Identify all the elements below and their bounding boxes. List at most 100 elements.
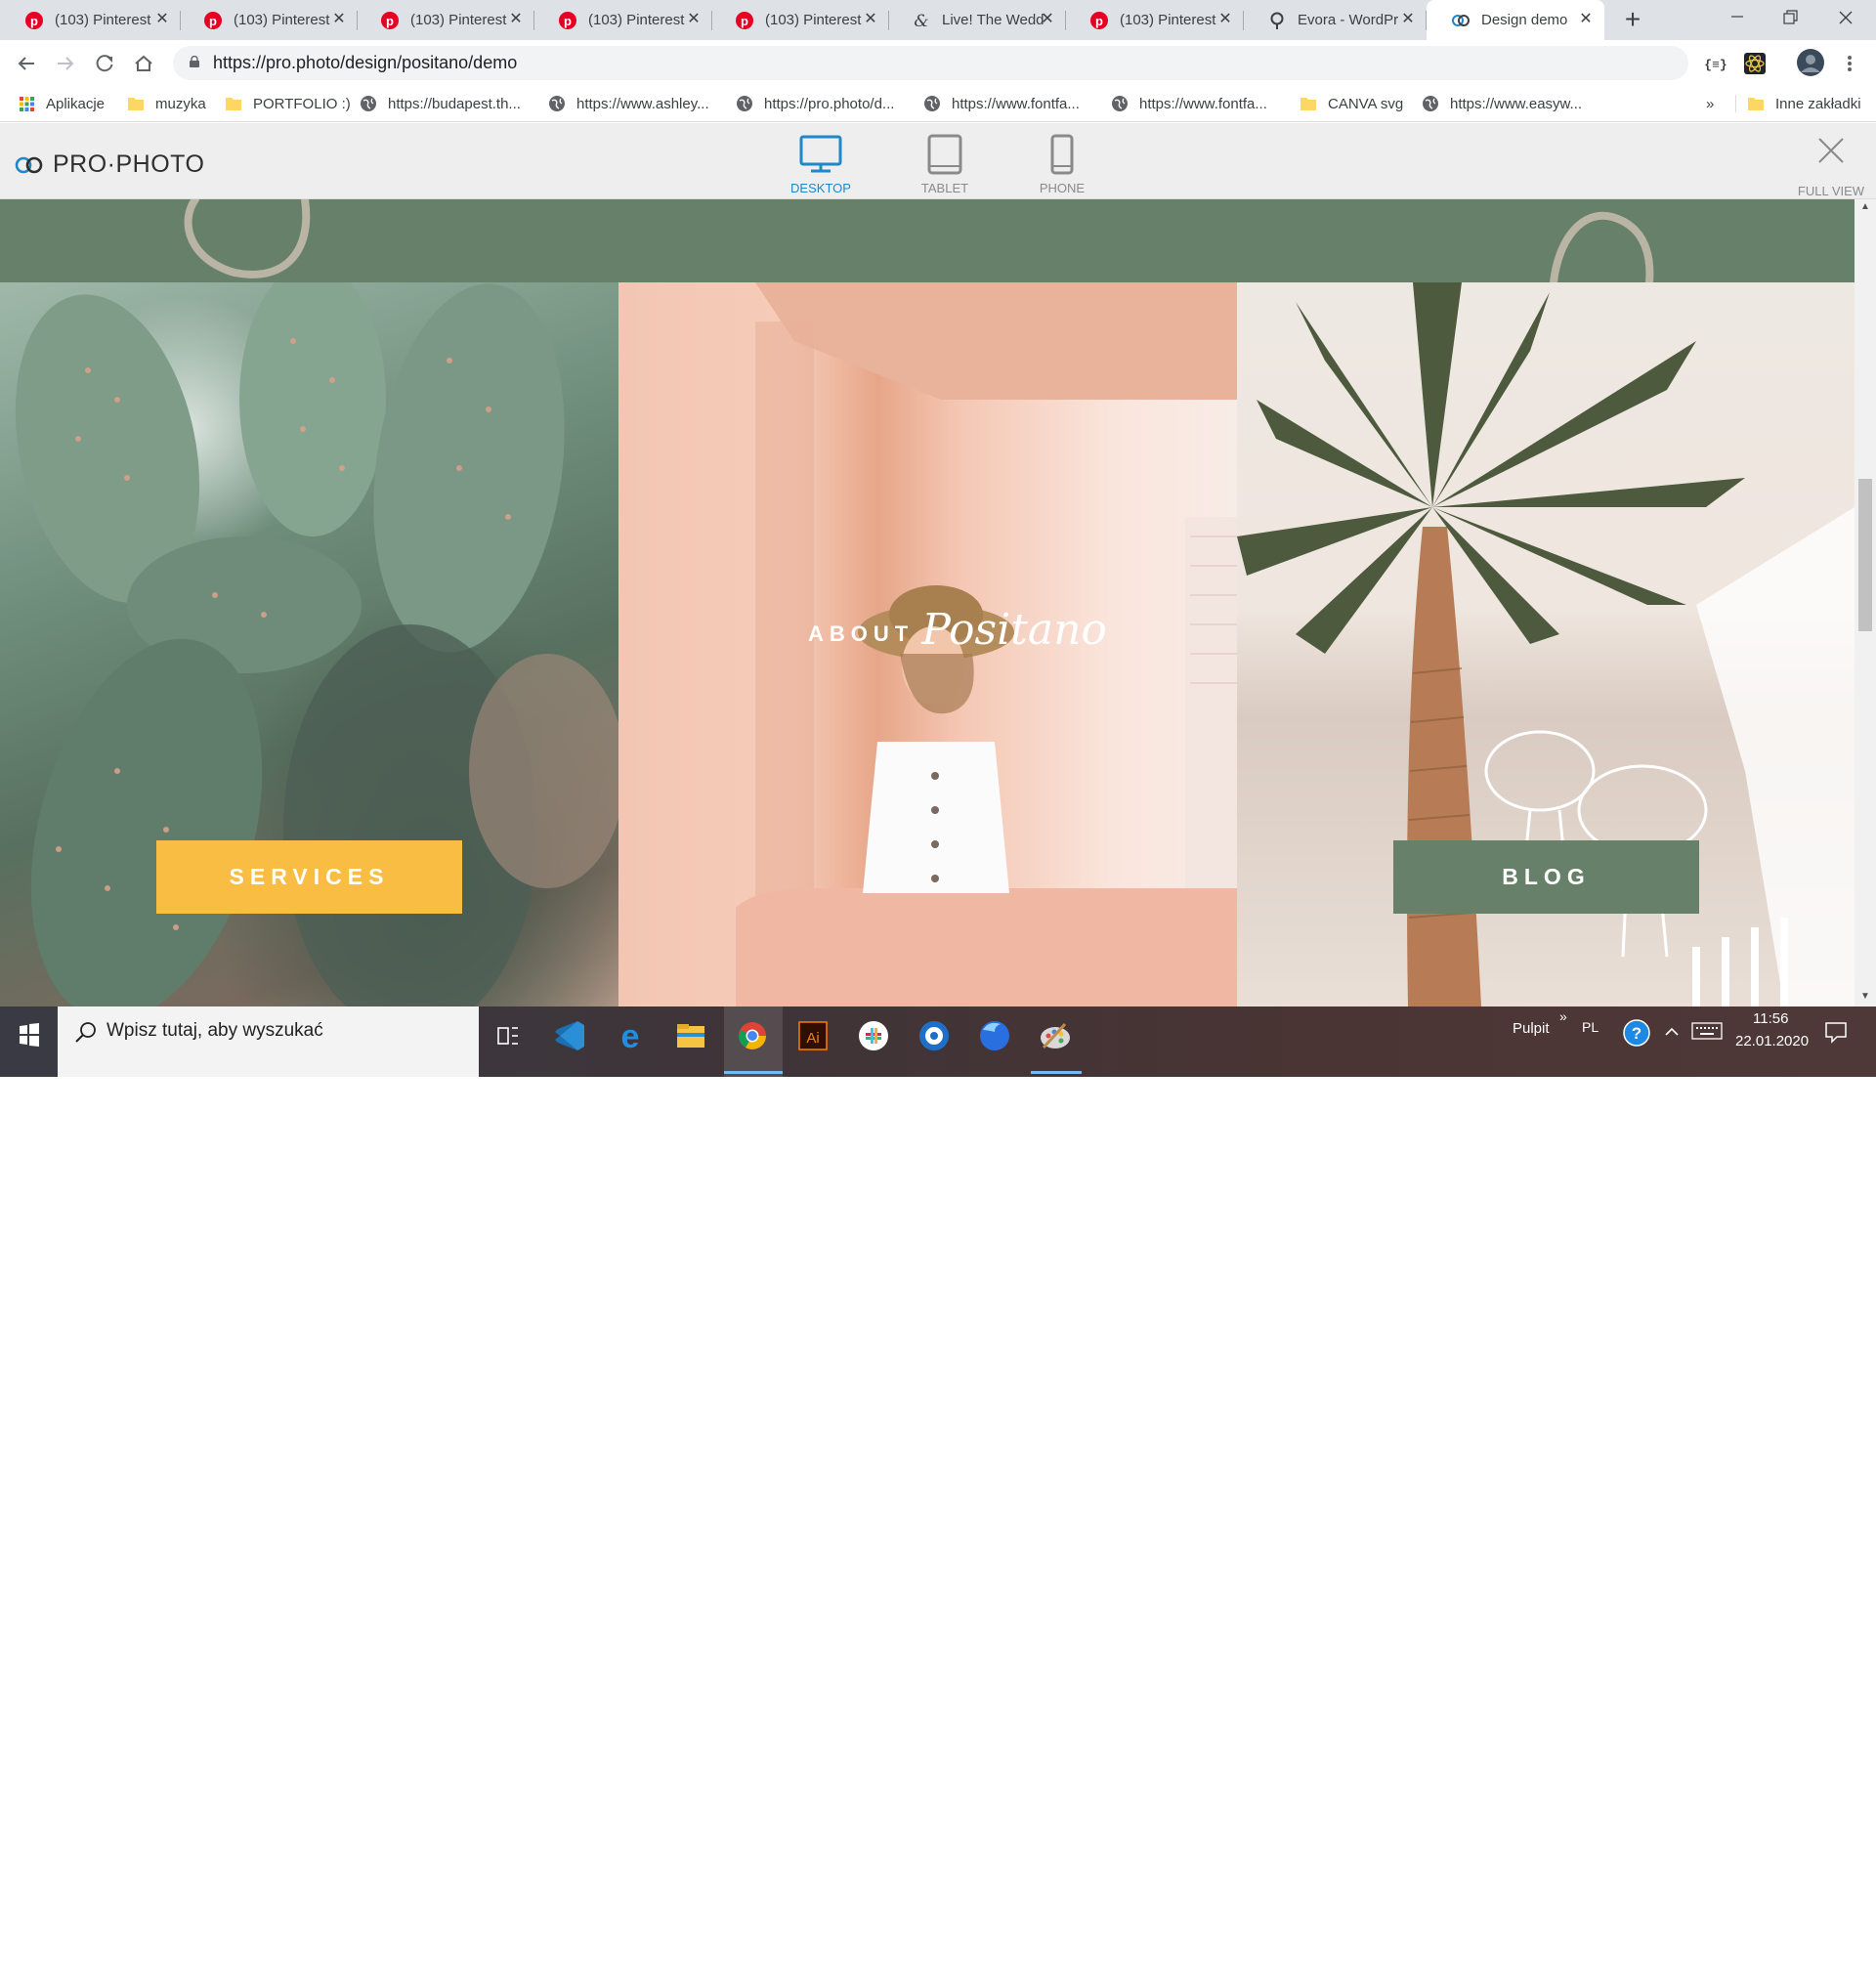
minimize-button[interactable] <box>1707 0 1768 40</box>
menu-button[interactable] <box>1835 49 1864 78</box>
folder-icon <box>226 98 241 110</box>
restore-button[interactable] <box>1761 0 1821 40</box>
close-tab-icon[interactable]: ✕ <box>861 10 880 29</box>
browser-tab[interactable]: Design demo ✕ <box>1427 0 1604 40</box>
bookmark-label: muzyka <box>155 95 206 112</box>
close-tab-icon[interactable]: ✕ <box>1215 10 1235 29</box>
browser-tab[interactable]: p (103) Pinterest ✕ <box>179 0 358 40</box>
bookmark-item[interactable]: muzyka <box>127 86 206 121</box>
pinterest-icon: p <box>381 11 399 29</box>
svg-text:p: p <box>209 14 217 28</box>
close-tab-icon[interactable]: ✕ <box>329 10 349 29</box>
scroll-up-arrow-icon[interactable]: ▲ <box>1855 201 1876 215</box>
paint-running-indicator <box>1031 1071 1082 1074</box>
disk-utility-icon[interactable] <box>915 1016 954 1055</box>
close-tab-icon[interactable]: ✕ <box>684 10 704 29</box>
forward-arrow-icon <box>58 57 74 70</box>
address-bar[interactable]: https://pro.photo/design/positano/demo <box>173 46 1688 80</box>
illustrator-icon[interactable]: Ai <box>793 1016 832 1055</box>
file-explorer-icon[interactable] <box>671 1016 710 1055</box>
scrollbar-thumb[interactable] <box>1858 479 1872 631</box>
close-icon <box>1839 11 1853 24</box>
pinterest-icon: p <box>736 11 753 29</box>
about-positano-link[interactable]: ABOUT Positano <box>808 605 1107 655</box>
keyboard-icon[interactable] <box>1691 1020 1723 1042</box>
bookmark-item[interactable]: https://www.ashley... <box>548 86 709 121</box>
close-icon <box>1818 138 1844 163</box>
tablet-view-button[interactable]: TABLET <box>901 133 989 195</box>
home-button[interactable] <box>129 49 158 78</box>
close-tab-icon[interactable]: ✕ <box>506 10 526 29</box>
full-view-button[interactable]: FULL VIEW <box>1788 135 1874 198</box>
bookmark-item[interactable]: https://pro.photo/d... <box>736 86 894 121</box>
browser-tab[interactable]: p (103) Pinterest ✕ <box>710 0 889 40</box>
profile-avatar[interactable] <box>1796 48 1825 77</box>
bookmark-item[interactable]: https://budapest.th... <box>360 86 521 121</box>
browser-tab[interactable]: Evora - WordPr ✕ <box>1243 0 1427 40</box>
taskbar-search[interactable]: Wpisz tutaj, aby wyszukać <box>58 1006 479 1077</box>
reload-button[interactable] <box>90 49 119 78</box>
svg-text:p: p <box>386 14 394 28</box>
services-button[interactable]: SERVICES <box>156 840 462 914</box>
firefox-icon[interactable] <box>975 1016 1014 1055</box>
edge-browser-icon[interactable]: e <box>611 1016 650 1055</box>
desktop-view-label: DESKTOP <box>790 181 851 195</box>
bookmark-label: PORTFOLIO :) <box>253 95 351 112</box>
bookmark-item[interactable]: Aplikacje <box>18 86 105 121</box>
close-tab-icon[interactable]: ✕ <box>1576 10 1596 29</box>
close-tab-icon[interactable]: ✕ <box>1038 10 1057 29</box>
bookmark-item[interactable]: https://www.fontfa... <box>923 86 1080 121</box>
react-extension-icon[interactable] <box>1742 51 1768 76</box>
desktop-view-button[interactable]: DESKTOP <box>777 133 865 195</box>
folder-icon <box>128 98 144 110</box>
search-icon <box>75 1022 96 1043</box>
page-scrollbar[interactable]: ▲ ▼ <box>1855 199 1876 1006</box>
browser-tab[interactable]: p (103) Pinterest ✕ <box>356 0 534 40</box>
close-window-button[interactable] <box>1815 0 1876 40</box>
close-tab-icon[interactable]: ✕ <box>152 10 172 29</box>
screen: p (103) Pinterest ✕ p (103) Pinterest ✕ p (103)… <box>0 0 1876 1077</box>
scroll-down-arrow-icon[interactable]: ▼ <box>1855 991 1876 1005</box>
chevron-up-icon[interactable] <box>1663 1023 1681 1041</box>
browser-tab[interactable]: p (103) Pinterest ✕ <box>0 0 181 40</box>
more-bookmarks-button[interactable]: » <box>1706 86 1714 121</box>
new-tab-button[interactable]: + <box>1618 5 1647 34</box>
slack-icon[interactable] <box>854 1016 893 1055</box>
task-view-icon[interactable] <box>489 1016 528 1055</box>
globe-icon <box>1423 96 1438 111</box>
bookmark-item[interactable]: https://www.fontfa... <box>1111 86 1267 121</box>
prophoto-logo[interactable]: PRO·PHOTO <box>14 150 204 179</box>
reload-icon <box>96 55 113 72</box>
desktop-toolbar-label[interactable]: Pulpit <box>1513 1020 1550 1037</box>
location-pin-icon <box>1270 12 1284 29</box>
svg-text:p: p <box>741 14 748 28</box>
phone-view-button[interactable]: PHONE <box>1018 133 1106 195</box>
clock-date[interactable]: 22.01.2020 <box>1735 1033 1809 1049</box>
desktop-monitor-icon <box>799 135 842 173</box>
notifications-icon[interactable] <box>1823 1019 1849 1045</box>
back-button[interactable] <box>12 49 41 78</box>
language-indicator[interactable]: PL <box>1582 1019 1599 1035</box>
toolbar-chevron[interactable]: » <box>1559 1008 1567 1024</box>
search-placeholder: Wpisz tutaj, aby wyszukać <box>107 1020 323 1041</box>
bookmark-item[interactable]: CANVA svg <box>1300 86 1403 121</box>
bookmark-item[interactable]: PORTFOLIO :) <box>225 86 351 121</box>
chrome-icon[interactable] <box>733 1016 772 1055</box>
blog-button[interactable]: BLOG <box>1393 840 1699 914</box>
forward-button[interactable] <box>51 49 80 78</box>
browser-tab[interactable]: & Live! The Wedd ✕ <box>887 0 1066 40</box>
vscode-icon[interactable] <box>550 1016 589 1055</box>
browser-tab[interactable]: p (103) Pinterest ✕ <box>1065 0 1244 40</box>
full-view-label: FULL VIEW <box>1797 184 1865 198</box>
clock-time[interactable]: 11:56 <box>1753 1010 1788 1027</box>
close-tab-icon[interactable]: ✕ <box>1398 10 1418 29</box>
start-button[interactable] <box>0 1006 57 1077</box>
other-bookmarks-folder[interactable]: Inne zakładki <box>1747 86 1861 121</box>
browser-tab[interactable]: p (103) Pinterest ✕ <box>533 0 712 40</box>
bookmark-item[interactable]: https://www.easyw... <box>1422 86 1582 121</box>
tab-title: Evora - WordPr <box>1298 12 1399 28</box>
paint-palette-icon[interactable] <box>1036 1016 1075 1055</box>
braces-extension-icon[interactable]: {≡} <box>1703 51 1728 76</box>
bookmark-label: https://pro.photo/d... <box>764 95 895 112</box>
help-icon[interactable]: ? <box>1622 1018 1651 1048</box>
